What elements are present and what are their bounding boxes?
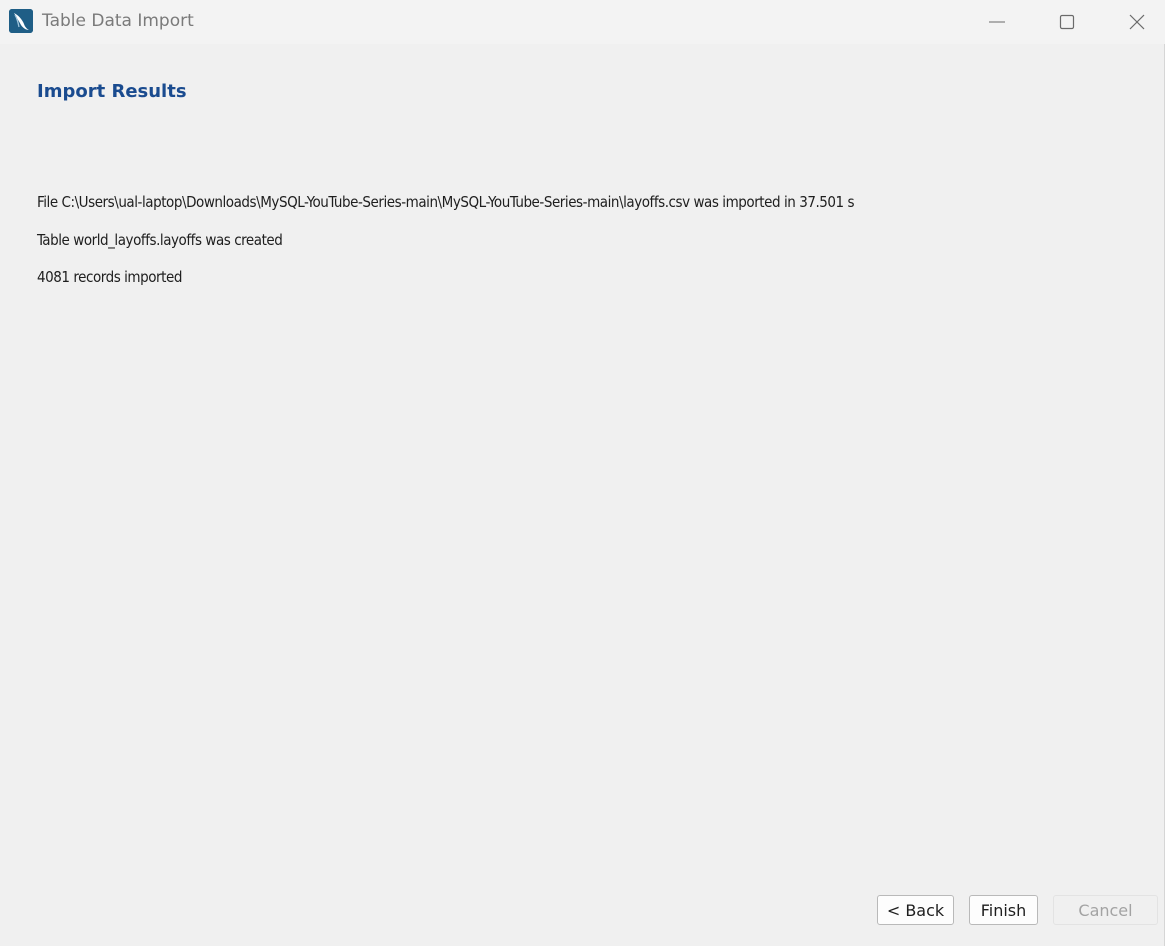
minimize-icon <box>989 21 1005 23</box>
back-button[interactable]: < Back <box>877 895 954 925</box>
mysql-workbench-dolphin-icon <box>9 9 33 33</box>
minimize-button[interactable] <box>962 0 1032 44</box>
close-button[interactable] <box>1102 0 1165 44</box>
title-bar[interactable]: Table Data Import <box>0 0 1165 44</box>
close-icon <box>1129 14 1145 30</box>
maximize-button[interactable] <box>1032 0 1102 44</box>
page-heading: Import Results <box>37 81 187 102</box>
maximize-icon <box>1059 14 1075 30</box>
result-records-imported: 4081 records imported <box>37 268 182 286</box>
window-title: Table Data Import <box>42 11 194 31</box>
table-data-import-window: Table Data Import Import Results File C:… <box>0 0 1165 946</box>
cancel-button: Cancel <box>1053 895 1158 925</box>
result-file-imported: File C:\Users\ual-laptop\Downloads\MySQL… <box>37 193 855 211</box>
result-table-created: Table world_layoffs.layoffs was created <box>37 231 283 249</box>
finish-button[interactable]: Finish <box>969 895 1038 925</box>
